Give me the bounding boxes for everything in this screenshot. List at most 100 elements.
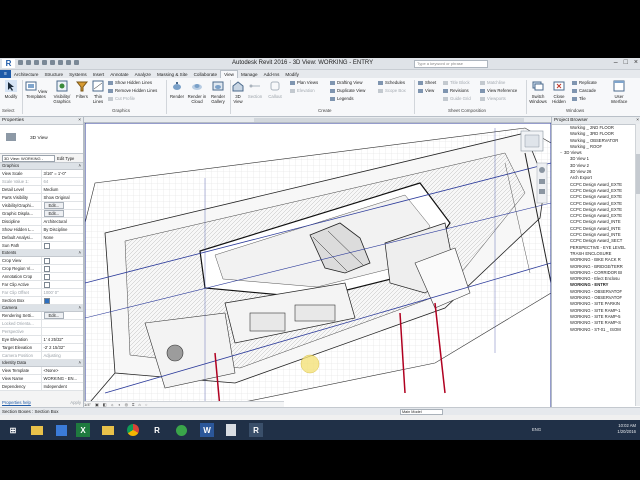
properties-help-link[interactable]: Properties help (2, 399, 31, 407)
property-row[interactable]: Section Box (0, 297, 83, 305)
edit-button[interactable]: Edit... (43, 312, 65, 319)
select-panel-label[interactable]: Select (2, 108, 15, 113)
close-icon[interactable]: × (636, 117, 639, 124)
green-app-icon[interactable] (174, 423, 188, 437)
property-value[interactable]: 3/16" = 1'-0" (42, 170, 84, 177)
print-icon[interactable] (50, 60, 55, 65)
checkbox[interactable] (43, 265, 50, 272)
apply-button[interactable]: Apply (70, 399, 81, 407)
callout-button[interactable]: Callout (266, 80, 284, 99)
property-value[interactable]: Independent (42, 383, 84, 390)
viewports-button[interactable]: Viewports (480, 96, 506, 101)
elevation-button[interactable]: Elevation (290, 88, 315, 93)
property-value[interactable] (42, 328, 84, 335)
tab-massing-site[interactable]: Massing & Site (154, 72, 191, 77)
property-value[interactable]: 1' 4 25/32" (42, 336, 84, 343)
tab-analyze[interactable]: Analyze (132, 72, 154, 77)
replicate-button[interactable]: Replicate (572, 80, 597, 85)
property-value[interactable]: Edit... (42, 210, 84, 217)
edit-button[interactable]: Edit... (43, 210, 65, 217)
system-clock[interactable]: 10:02 AM 1/20/2016 (617, 423, 636, 435)
property-row[interactable]: Far Clip Active (0, 281, 83, 289)
browser-scrollbar[interactable] (635, 124, 640, 406)
file-menu-icon[interactable]: ≡ (0, 70, 11, 78)
edit-button[interactable]: Edit... (43, 202, 65, 209)
property-row[interactable]: Camera Position Adjusting (0, 352, 83, 360)
property-row[interactable]: Perspective (0, 328, 83, 336)
windows-start-icon[interactable]: ⊞ (6, 423, 20, 437)
property-value[interactable] (42, 265, 84, 272)
section-button[interactable]: Section (246, 80, 264, 99)
pdf-icon[interactable] (224, 423, 238, 437)
sheet-button[interactable]: Sheet (418, 80, 436, 85)
property-value[interactable]: None (42, 234, 84, 241)
property-row[interactable]: Discipline Architectural (0, 218, 83, 226)
save-icon[interactable] (26, 60, 31, 65)
switch-windows-button[interactable]: Switch Windows (528, 80, 548, 104)
schedules-button[interactable]: Schedules (378, 80, 405, 85)
remove-hidden-lines-button[interactable]: Remove Hidden Lines (108, 88, 157, 93)
render-button[interactable]: Render (168, 80, 186, 99)
property-value[interactable]: Architectural (42, 218, 84, 225)
3d-view-button[interactable]: 3D View (232, 80, 244, 104)
property-value[interactable]: WORKING - EN... (42, 375, 84, 382)
property-value[interactable]: 1000' 0" (42, 289, 84, 296)
text-icon[interactable] (66, 60, 71, 65)
filters-button[interactable]: Filters (75, 80, 89, 99)
property-value[interactable] (42, 242, 84, 249)
close-icon[interactable]: × (78, 117, 81, 124)
property-row[interactable]: Graphic Displa... Edit... (0, 210, 83, 218)
property-row[interactable]: View Template <None> (0, 367, 83, 375)
open-icon[interactable] (18, 60, 23, 65)
property-value[interactable]: 64 (42, 178, 84, 185)
property-row[interactable]: Detail Level Medium (0, 186, 83, 194)
revisions-button[interactable]: Revisions (443, 88, 469, 93)
visibility-graphics-button[interactable]: Visibility/ Graphics (50, 80, 74, 104)
property-row[interactable]: Eye Elevation 1' 4 25/32" (0, 336, 83, 344)
property-value[interactable]: -2' 2 15/32" (42, 344, 84, 351)
thin-lines-button[interactable]: Thin Lines (91, 80, 105, 104)
navigation-bar[interactable] (536, 162, 548, 204)
cut-profile-button[interactable]: Cut Profile (108, 96, 135, 101)
property-row[interactable]: Target Elevation -2' 2 15/32" (0, 344, 83, 352)
property-row[interactable]: Dependency Independent (0, 383, 83, 391)
property-value[interactable]: Adjusting (42, 352, 84, 359)
tab-view[interactable]: View (220, 70, 238, 78)
user-interface-button[interactable]: User Interface (608, 80, 630, 104)
modify-button[interactable]: Modify (2, 80, 20, 99)
tab-systems[interactable]: Systems (66, 72, 90, 77)
property-value[interactable] (42, 297, 84, 304)
file-explorer-icon[interactable] (30, 423, 44, 437)
active-workset-dropdown[interactable]: Main Model (400, 409, 443, 415)
close-hidden-button[interactable]: Close Hidden (550, 80, 568, 104)
store-icon[interactable] (54, 423, 68, 437)
tile-button[interactable]: Tile (572, 96, 586, 101)
redo-icon[interactable] (42, 60, 47, 65)
browser-view-item[interactable]: WORKING - ST-01 _ ISOM (552, 327, 640, 333)
property-row[interactable]: View Scale 3/16" = 1'-0" (0, 170, 83, 178)
tab-add-ins[interactable]: Add-Ins (261, 72, 283, 77)
duplicate-view-button[interactable]: Duplicate View (330, 88, 365, 93)
tab-collaborate[interactable]: Collaborate (191, 72, 221, 77)
property-value[interactable] (42, 320, 84, 327)
view-reference-button[interactable]: View Reference (480, 88, 517, 93)
title-block-button[interactable]: Title Block (443, 80, 470, 85)
property-value[interactable]: Edit... (42, 312, 84, 319)
view-button[interactable]: View (418, 88, 434, 93)
property-row[interactable]: Crop Region Vi... (0, 265, 83, 273)
checkbox[interactable] (43, 242, 50, 249)
property-row[interactable]: Show Hidden L... By Discipline (0, 226, 83, 234)
show-hidden-lines-button[interactable]: Show Hidden Lines (108, 80, 152, 85)
property-row[interactable]: Parts Visibility Show Original (0, 194, 83, 202)
property-row[interactable]: Default Analysi... None (0, 234, 83, 242)
property-value[interactable] (42, 273, 84, 280)
folder-icon[interactable] (101, 423, 115, 437)
identity-group-header[interactable]: Identity Data ˄ (0, 360, 83, 367)
chrome-icon[interactable] (126, 423, 140, 437)
cascade-button[interactable]: Cascade (572, 88, 596, 93)
tab-annotate[interactable]: Annotate (107, 72, 131, 77)
instance-filter-dropdown[interactable]: 3D View: WORKING - (2, 154, 55, 162)
property-row[interactable]: Scale Value 1: 64 (0, 178, 83, 186)
checkbox[interactable] (43, 297, 50, 304)
checkbox[interactable] (43, 281, 50, 288)
